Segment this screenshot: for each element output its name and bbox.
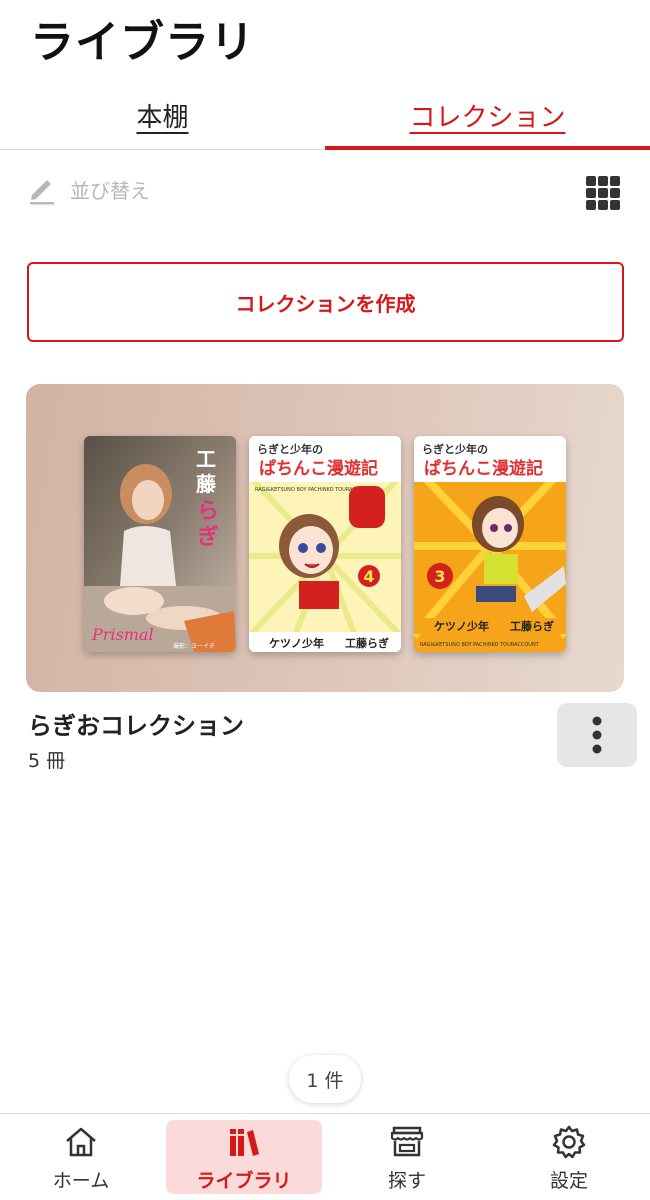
grid-icon[interactable] (585, 175, 621, 211)
library-icon (229, 1129, 259, 1156)
book-cover: 工 藤 ら ぎ Prismal 撮影：ヨーイチ (84, 436, 236, 652)
nav-home[interactable]: ホーム (3, 1120, 159, 1194)
cover-subtitle: Prismal (91, 625, 154, 644)
nav-label: 設定 (549, 1170, 588, 1192)
sort-label: 並び替え (70, 178, 150, 203)
book-cover: らぎと少年の ぱちんこ漫遊記 RAGI&KETSUNO BOY PACHINKO… (249, 436, 401, 652)
nav-label: 探す (387, 1170, 426, 1192)
nav-label: ライブラリ (196, 1170, 292, 1192)
cover-title-top: らぎと少年の (257, 442, 323, 456)
svg-text:工: 工 (196, 447, 216, 471)
book-cover: らぎと少年の ぱちんこ漫遊記 3 ケツノ少年 工藤らぎ RAGI&KETSUNO… (414, 436, 566, 652)
cover-title-top: らぎと少年の (422, 442, 488, 456)
cover-title-main: ぱちんこ漫遊記 (259, 458, 378, 479)
cover-author: ケツノ少年 (434, 619, 489, 633)
tab-collection[interactable]: コレクション (325, 80, 650, 150)
sort-button[interactable]: 並び替え (28, 173, 150, 205)
nav-library[interactable]: ライブラリ (166, 1120, 322, 1194)
create-collection-button[interactable]: コレクションを作成 (27, 262, 624, 342)
collection-name[interactable]: らぎおコレクション (28, 706, 244, 741)
cover-roman: RAGI&KETSUNO BOY PACHINKO TOURACCOUNT (420, 642, 540, 648)
cover-author: ケツノ少年 (269, 636, 324, 650)
store-icon (390, 1126, 424, 1157)
more-options-button[interactable] (557, 703, 637, 767)
tab-bar: 本棚 コレクション (0, 80, 650, 150)
pencil-icon (30, 180, 54, 205)
cover-title-main: ぱちんこ漫遊記 (424, 458, 543, 479)
nav-settings[interactable]: 設定 (491, 1120, 647, 1194)
active-tab-indicator (325, 146, 650, 150)
collection-book-count: 5 冊 (28, 750, 66, 772)
svg-text:ら: ら (197, 499, 219, 524)
bottom-navigation: ホーム ライブラリ 探す 設定 (0, 1113, 650, 1200)
home-icon (66, 1127, 96, 1157)
tab-bookshelf[interactable]: 本棚 (0, 80, 325, 150)
svg-text:ぎ: ぎ (197, 524, 219, 550)
collection-card[interactable]: 工 藤 ら ぎ Prismal 撮影：ヨーイチ らぎと少年の ぱちんこ漫遊記 R… (26, 384, 624, 692)
cover-artist: 工藤らぎ (510, 619, 554, 633)
gear-icon (552, 1125, 586, 1159)
page-title: ライブラリ (30, 17, 255, 68)
nav-label: ホーム (52, 1170, 110, 1192)
toolbar: 並び替え (0, 165, 650, 219)
more-vertical-icon (592, 716, 602, 754)
result-count-badge: 1 件 (289, 1055, 361, 1103)
cover-credit: 撮影：ヨーイチ (173, 642, 215, 650)
cover-artist: 工藤らぎ (345, 636, 389, 650)
cover-volume: 4 (363, 567, 374, 586)
svg-text:藤: 藤 (195, 472, 217, 496)
cover-volume: 3 (434, 567, 445, 586)
nav-search[interactable]: 探す (329, 1120, 485, 1194)
